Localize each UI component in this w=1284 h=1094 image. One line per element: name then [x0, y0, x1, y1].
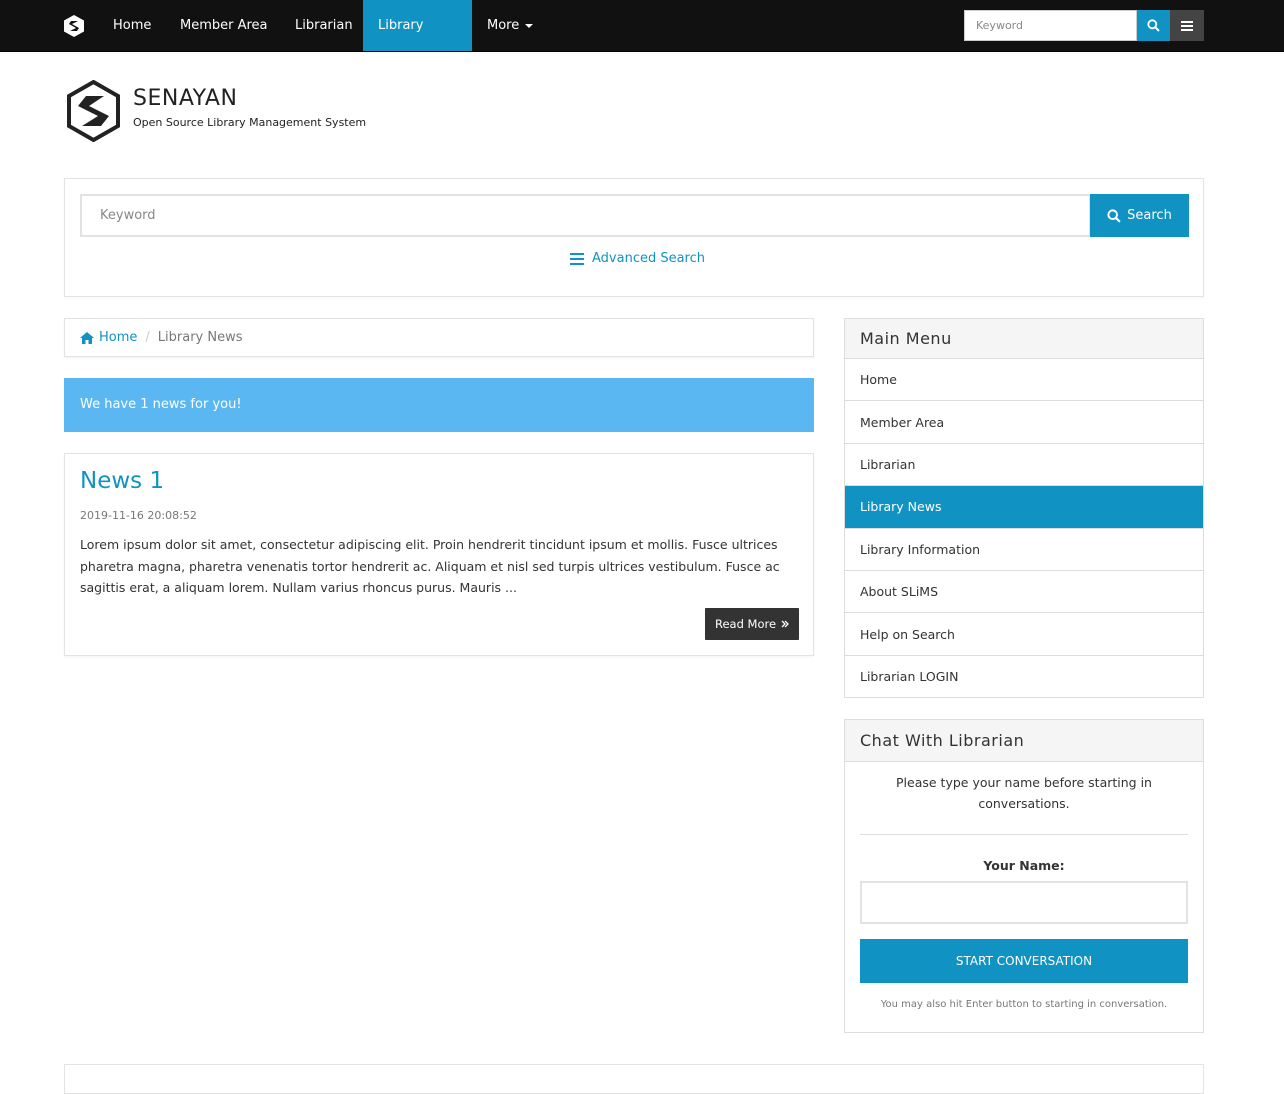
brand-tagline: Open Source Library Management System — [133, 116, 367, 129]
list-icon — [570, 252, 584, 265]
nav-search-input[interactable] — [964, 10, 1137, 41]
breadcrumb-home-link[interactable]: Home — [80, 330, 137, 345]
menu-item-librarian-login[interactable]: Librarian LOGIN — [845, 656, 1203, 698]
search-button-label: Search — [1127, 208, 1172, 223]
news-date: 2019-11-16 20:08:52 — [80, 509, 197, 522]
chat-note: You may also hit Enter button to startin… — [880, 999, 1168, 1010]
search-icon — [1107, 208, 1121, 223]
menu-item-member-area[interactable]: Member Area — [845, 401, 1203, 444]
advanced-search-label: Advanced Search — [592, 251, 706, 266]
read-more-label: Read More — [714, 617, 777, 631]
breadcrumb-current: Library News — [157, 330, 243, 345]
chat-panel: Chat With Librarian Please type your nam… — [844, 719, 1204, 1033]
breadcrumb-separator: / — [145, 330, 150, 345]
advanced-search-link[interactable]: Advanced Search — [570, 251, 705, 266]
search-icon — [1147, 19, 1160, 32]
your-name-label: Your Name: — [983, 858, 1065, 873]
caret-down-icon — [525, 23, 534, 28]
menu-item-about-slims[interactable]: About SLiMS — [845, 571, 1203, 614]
main-menu-title: Main Menu — [845, 319, 1203, 359]
search-panel: Search Advanced Search — [64, 178, 1204, 297]
brand-name: SENAYAN — [133, 86, 238, 111]
top-navbar: Home Member Area Librarian Library News … — [0, 0, 1284, 84]
breadcrumb-home-label: Home — [99, 330, 138, 345]
chat-divider — [860, 834, 1188, 835]
nav-library-news[interactable]: Library News — [363, 0, 472, 84]
news-count-alert: We have 1 news for you! — [64, 378, 814, 432]
news-excerpt: Lorem ipsum dolor sit amet, consectetur … — [80, 537, 780, 595]
read-more-button[interactable]: Read More — [705, 608, 799, 640]
home-icon — [80, 331, 94, 344]
hamburger-menu-button[interactable] — [1170, 10, 1204, 41]
senayan-logo[interactable] — [66, 79, 121, 143]
your-name-input[interactable] — [860, 881, 1188, 924]
chat-title: Chat With Librarian — [845, 720, 1203, 762]
keyword-search-input[interactable] — [80, 194, 1091, 237]
nav-search-button[interactable] — [1137, 10, 1170, 41]
nav-more-label: More — [487, 18, 520, 33]
search-button[interactable]: Search — [1090, 194, 1189, 237]
news-item: News 1 2019-11-16 20:08:52 Lorem ipsum d… — [64, 453, 814, 656]
menu-item-librarian[interactable]: Librarian — [845, 444, 1203, 487]
nav-home[interactable]: Home — [98, 0, 166, 51]
main-menu-list: Home Member Area Librarian Library News … — [845, 359, 1203, 698]
footer-panel — [64, 1064, 1204, 1094]
menu-item-library-news[interactable]: Library News — [845, 486, 1203, 529]
double-chevron-right-icon — [781, 620, 789, 628]
menu-item-help-on-search[interactable]: Help on Search — [845, 613, 1203, 656]
breadcrumb: Home / Library News — [64, 318, 814, 357]
nav-more-dropdown[interactable]: More — [472, 0, 548, 51]
chat-intro: Please type your name before starting in… — [896, 775, 1152, 811]
nav-member-area[interactable]: Member Area — [165, 0, 283, 51]
main-menu-panel: Main Menu Home Member Area Librarian Lib… — [844, 318, 1204, 698]
start-conversation-button[interactable]: START CONVERSATION — [860, 939, 1188, 983]
hamburger-icon — [1181, 20, 1193, 31]
nav-librarian[interactable]: Librarian — [280, 0, 368, 51]
news-title-link[interactable]: News 1 — [80, 468, 164, 494]
slims-logo-icon[interactable] — [62, 14, 86, 38]
menu-item-library-information[interactable]: Library Information — [845, 529, 1203, 571]
menu-item-home[interactable]: Home — [845, 359, 1203, 402]
